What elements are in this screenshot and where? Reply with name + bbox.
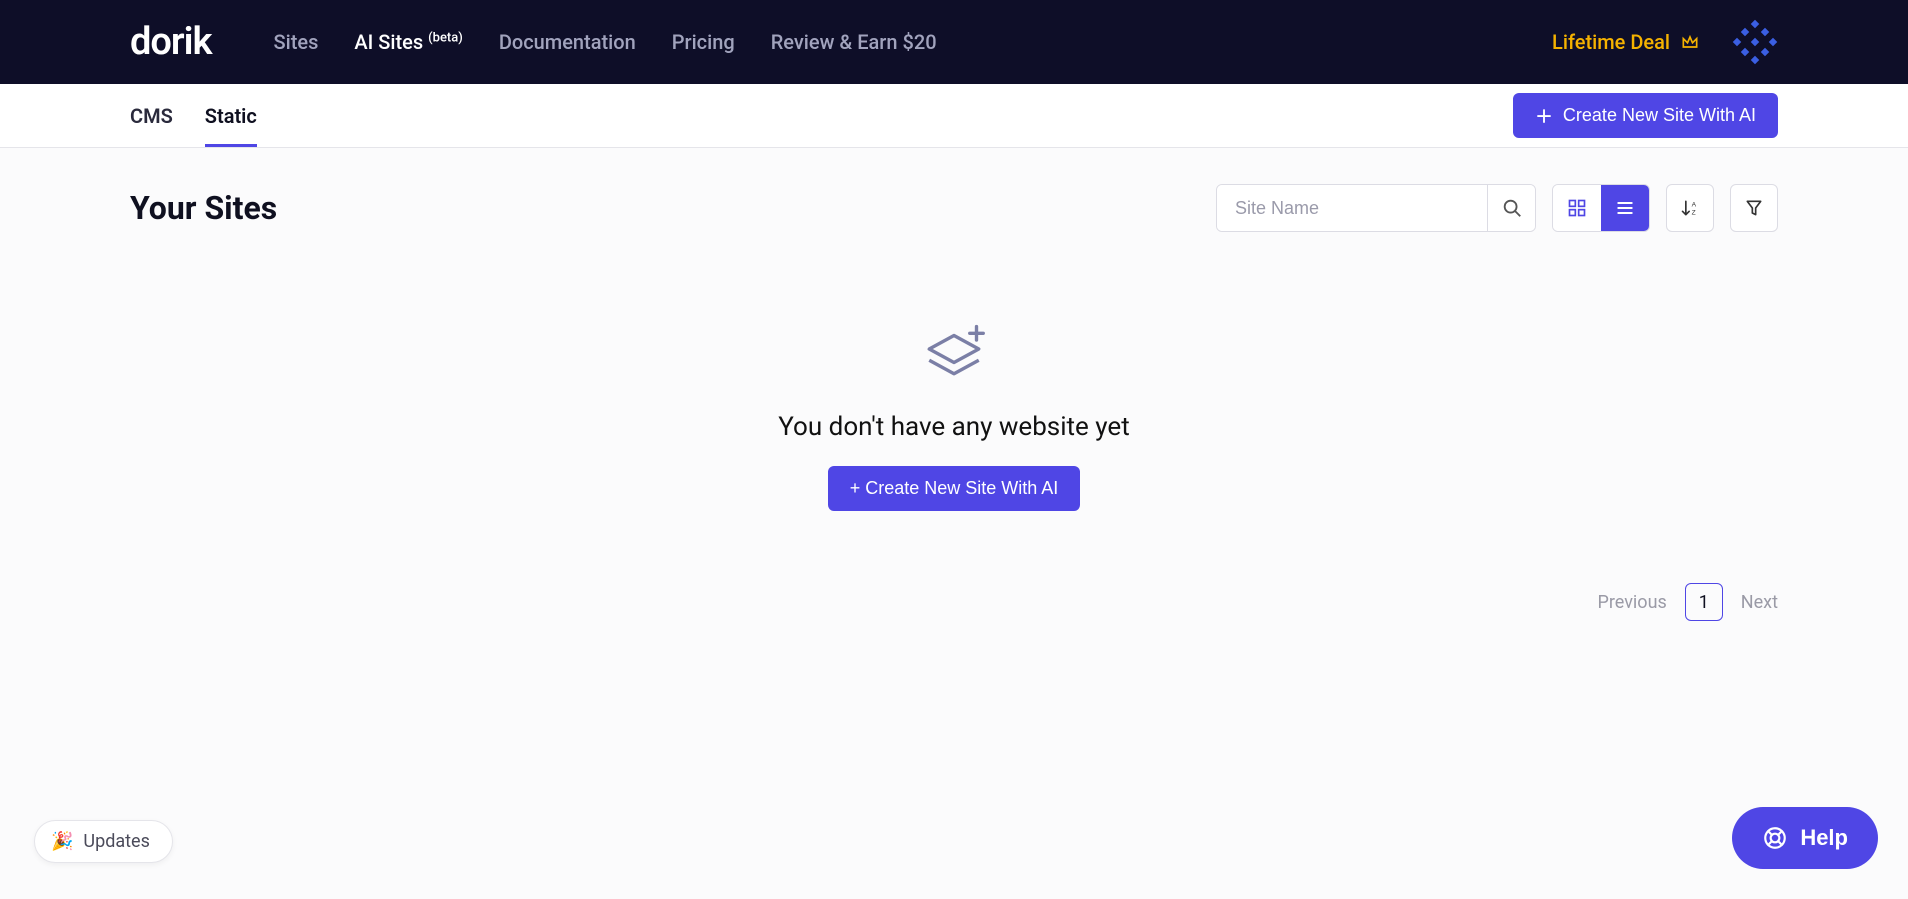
plus-icon <box>1535 107 1553 125</box>
primary-nav: Sites AI Sites (beta) Documentation Pric… <box>274 30 1521 54</box>
grid-view-button[interactable] <box>1553 185 1601 231</box>
updates-button[interactable]: 🎉 Updates <box>34 820 173 863</box>
list-icon <box>1615 198 1635 218</box>
crown-icon <box>1680 32 1700 52</box>
nav-ai-sites[interactable]: AI Sites (beta) <box>354 30 462 54</box>
help-button[interactable]: Help <box>1732 807 1878 869</box>
tab-static[interactable]: Static <box>205 84 257 147</box>
nav-ai-sites-label: AI Sites <box>354 30 423 54</box>
pagination-next[interactable]: Next <box>1741 592 1778 613</box>
empty-create-button[interactable]: + Create New Site With AI <box>828 466 1081 511</box>
svg-text:Z: Z <box>1692 210 1696 217</box>
nav-pricing[interactable]: Pricing <box>672 30 735 54</box>
search-icon <box>1501 197 1523 219</box>
lifetime-deal-link[interactable]: Lifetime Deal <box>1552 30 1700 54</box>
nav-documentation[interactable]: Documentation <box>499 30 636 54</box>
pagination: Previous 1 Next <box>130 583 1778 621</box>
search-button[interactable] <box>1487 185 1535 231</box>
empty-state: You don't have any website yet + Create … <box>130 322 1778 511</box>
create-new-site-button[interactable]: Create New Site With AI <box>1513 93 1778 138</box>
help-label: Help <box>1800 825 1848 851</box>
filter-icon <box>1744 198 1764 218</box>
nav-right: Lifetime Deal <box>1552 19 1778 65</box>
grid-icon <box>1567 198 1587 218</box>
party-popper-icon: 🎉 <box>51 831 73 852</box>
brand-logo[interactable]: dorik <box>130 20 212 64</box>
search-wrap <box>1216 184 1536 232</box>
main-content: Your Sites <box>0 148 1908 621</box>
nav-ai-sites-badge: (beta) <box>428 30 463 45</box>
nav-review-earn[interactable]: Review & Earn $20 <box>771 30 937 54</box>
view-toggle <box>1552 184 1650 232</box>
lifetime-deal-label: Lifetime Deal <box>1552 30 1670 54</box>
nav-sites[interactable]: Sites <box>274 30 319 54</box>
page-title: Your Sites <box>130 189 1200 227</box>
updates-label: Updates <box>83 831 149 852</box>
create-new-site-label: Create New Site With AI <box>1563 105 1756 126</box>
sort-az-icon: A Z <box>1680 198 1700 218</box>
pagination-previous[interactable]: Previous <box>1597 592 1666 613</box>
top-navbar: dorik Sites AI Sites (beta) Documentatio… <box>0 0 1908 84</box>
svg-text:A: A <box>1692 201 1697 208</box>
lifebuoy-icon <box>1762 825 1788 851</box>
search-input[interactable] <box>1217 185 1487 231</box>
sub-navbar: CMS Static Create New Site With AI <box>0 84 1908 148</box>
content-toolbar: Your Sites <box>130 184 1778 232</box>
filter-button[interactable] <box>1730 184 1778 232</box>
list-view-button[interactable] <box>1601 185 1649 231</box>
sort-button[interactable]: A Z <box>1666 184 1714 232</box>
user-avatar-icon[interactable] <box>1732 19 1778 65</box>
empty-layers-icon <box>918 322 990 394</box>
tab-cms[interactable]: CMS <box>130 84 173 147</box>
pagination-page-1[interactable]: 1 <box>1685 583 1723 621</box>
empty-message: You don't have any website yet <box>778 412 1129 442</box>
site-type-tabs: CMS Static <box>130 84 1513 147</box>
